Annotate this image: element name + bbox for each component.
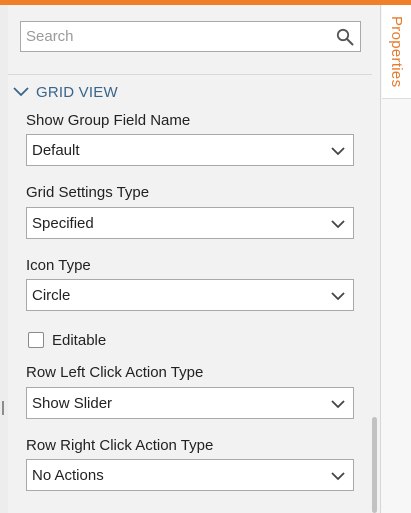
row-left-click-action-type-select[interactable]: Show Slider: [26, 387, 354, 419]
chevron-down-icon: [331, 144, 345, 156]
select-value: Specified: [32, 215, 94, 232]
icon-type-select[interactable]: Circle: [26, 279, 354, 311]
tab-properties[interactable]: Properties: [382, 5, 411, 99]
show-group-field-name-label: Show Group Field Name: [26, 112, 191, 129]
chevron-down-icon: [331, 397, 345, 409]
editable-row: Editable: [28, 330, 106, 350]
grid-settings-type-select[interactable]: Specified: [26, 207, 354, 239]
row-right-click-action-type-select[interactable]: No Actions: [26, 459, 354, 491]
row-right-click-action-type-label: Row Right Click Action Type: [26, 437, 214, 454]
chevron-down-icon: [331, 469, 345, 481]
grid-settings-type-label: Grid Settings Type: [26, 184, 150, 201]
chevron-down-icon: [331, 289, 345, 301]
section-header-grid-view[interactable]: GRID VIEW: [12, 81, 118, 103]
section-title: GRID VIEW: [36, 83, 118, 101]
tab-properties-label: Properties: [388, 15, 405, 88]
select-value: Show Slider: [32, 395, 113, 412]
left-edge-strip: [0, 5, 8, 513]
select-value: Circle: [32, 287, 71, 304]
resize-handle[interactable]: [2, 401, 4, 415]
search-input[interactable]: [21, 22, 326, 51]
chevron-down-icon: [331, 217, 345, 229]
select-value: Default: [32, 142, 80, 159]
scrollbar-thumb[interactable]: [372, 417, 377, 513]
editable-checkbox[interactable]: [28, 332, 44, 348]
section-divider: [8, 74, 372, 75]
show-group-field-name-select[interactable]: Default: [26, 134, 354, 166]
row-left-click-action-type-label: Row Left Click Action Type: [26, 364, 204, 381]
search-icon[interactable]: [336, 28, 354, 46]
chevron-down-icon: [12, 85, 30, 99]
select-value: No Actions: [32, 467, 104, 484]
search-field[interactable]: [20, 21, 361, 52]
editable-label: Editable: [52, 331, 107, 349]
icon-type-label: Icon Type: [26, 257, 91, 274]
